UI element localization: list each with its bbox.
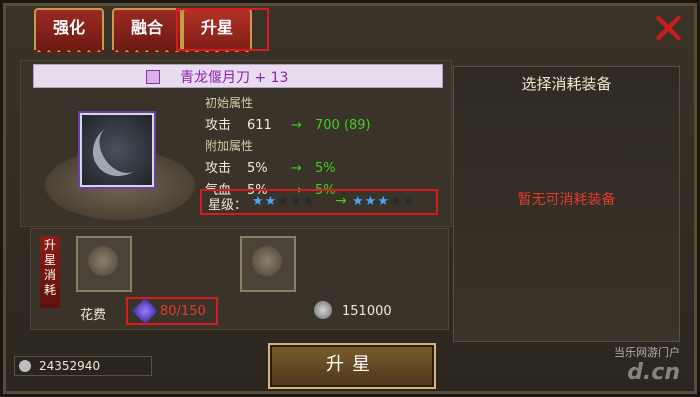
empty-message: 暂无可消耗装备: [517, 192, 616, 208]
star-level-row: 星级： ★★★★★ → ★★★★★: [200, 189, 438, 215]
arrow-icon: →: [291, 161, 302, 176]
currency-value: 24352940: [39, 359, 101, 373]
stat-value: 5%: [247, 161, 268, 176]
star-icon: ★: [364, 194, 378, 209]
star-level-label: 星级：: [208, 198, 248, 213]
fee-label: 花费: [80, 308, 107, 323]
item-name: 青龙偃月刀 + 13: [180, 70, 289, 86]
stat-row: 攻击 611 → 700 (89): [205, 115, 445, 137]
stats: 初始属性 攻击 611 → 700 (89) 附加属性 攻击 5% → 5% 气…: [205, 94, 445, 202]
star-up-button[interactable]: 升星: [268, 343, 436, 389]
close-icon[interactable]: ✕: [650, 8, 687, 52]
star-icon: ★: [402, 194, 416, 209]
currency-display: 24352940: [14, 356, 152, 376]
stat-key: 攻击: [205, 118, 232, 133]
gem-cost: 80/150: [160, 304, 206, 319]
stat-key: 攻击: [205, 161, 232, 176]
coin-icon: [314, 301, 332, 319]
cost-tag: 升星消耗: [40, 236, 60, 308]
base-stats-title: 初始属性: [205, 96, 254, 110]
stat-new-value: 700 (89): [315, 118, 371, 133]
stat-row: 攻击 5% → 5%: [205, 158, 445, 180]
stat-new-value: 5%: [315, 161, 336, 176]
current-stars: ★★★★★: [252, 194, 315, 209]
item-name-bar: 青龙偃月刀 + 13: [33, 64, 443, 88]
dragon-emblem-icon: [88, 246, 118, 276]
coin-cost: 151000: [342, 304, 392, 319]
material-slot-1[interactable]: [76, 236, 132, 292]
coin-icon: [19, 360, 31, 372]
star-icon: ★: [277, 194, 290, 209]
star-icon: ★: [289, 194, 303, 209]
item-quality-icon: [146, 70, 160, 84]
tab-enhance[interactable]: 强化: [34, 8, 104, 60]
consume-panel-title: 选择消耗装备: [521, 75, 612, 93]
lock-icon: [252, 246, 282, 276]
star-icon: ★: [352, 194, 365, 209]
arrow-icon: →: [291, 118, 302, 133]
watermark-line2: d.cn: [627, 360, 680, 385]
next-stars: ★★★★★: [352, 194, 415, 209]
star-icon: ★: [302, 194, 316, 209]
star-icon: ★: [252, 194, 265, 209]
tab-fuse[interactable]: 融合: [112, 8, 182, 60]
star-icon: ★: [377, 194, 390, 209]
weapon-icon[interactable]: [80, 111, 160, 187]
blade-icon: [82, 111, 160, 187]
material-slot-2[interactable]: [240, 236, 296, 292]
star-icon: ★: [264, 194, 278, 209]
stat-value: 611: [247, 118, 272, 133]
watermark: 当乐网游门户 d.cn: [614, 344, 680, 385]
selected-tab-highlight: [176, 8, 269, 51]
watermark-line1: 当乐网游门户: [614, 346, 680, 359]
star-icon: ★: [389, 194, 403, 209]
consume-equipment-panel: 选择消耗装备 暂无可消耗装备: [453, 66, 680, 342]
arrow-icon: →: [335, 193, 347, 209]
bonus-stats-title: 附加属性: [205, 139, 254, 153]
